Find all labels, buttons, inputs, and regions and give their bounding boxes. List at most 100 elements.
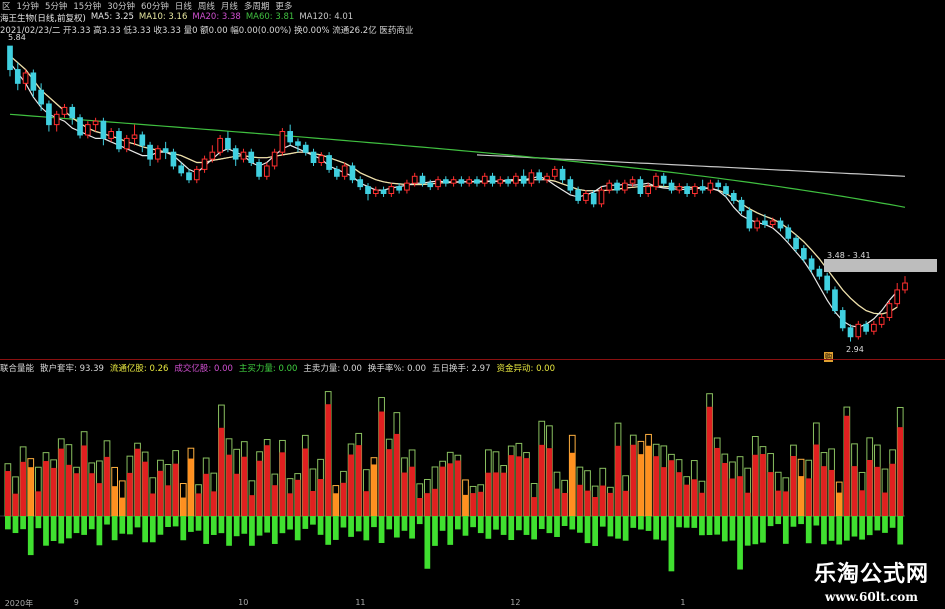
volume-down-bar-101 xyxy=(775,516,782,525)
candle-body-6 xyxy=(53,113,60,126)
volume-up-bar-41 xyxy=(317,479,324,516)
volume-up-bar-32 xyxy=(249,495,255,516)
volume-up-bar-22 xyxy=(172,463,179,516)
candle-body-103 xyxy=(808,258,815,270)
volume-down-bar-75 xyxy=(577,516,583,533)
volume-down-bar-2 xyxy=(20,516,26,530)
x-axis: 2020年 9 10 11 12 1 xyxy=(0,598,945,609)
candle-body-22 xyxy=(178,165,185,174)
candle-body-92 xyxy=(723,186,729,194)
candle-body-14 xyxy=(116,131,122,150)
volume-up-bar-102 xyxy=(782,491,789,516)
candle-body-84 xyxy=(660,175,667,184)
volume-up-bar-12 xyxy=(96,483,103,516)
candle-body-29 xyxy=(232,148,239,160)
volume-down-bar-106 xyxy=(813,516,820,526)
high-price-label: 5.84 xyxy=(8,33,26,42)
volume-up-bar-78 xyxy=(599,485,606,516)
volume-up-bar-92 xyxy=(706,406,713,516)
volume-up-bar-58 xyxy=(447,463,454,516)
volume-down-bar-4 xyxy=(35,516,42,529)
volume-down-bar-60 xyxy=(462,516,469,536)
volume-up-bar-40 xyxy=(310,491,316,516)
candle-body-55 xyxy=(435,179,441,188)
volume-up-bar-68 xyxy=(523,458,530,516)
buy-marker: 购 xyxy=(824,352,833,362)
volume-up-bar-73 xyxy=(561,492,568,516)
volume-down-bar-44 xyxy=(340,516,347,528)
volume-down-bar-62 xyxy=(477,516,484,534)
candle-body-40 xyxy=(318,155,325,164)
volume-down-bar-115 xyxy=(882,516,888,533)
candle-body-61 xyxy=(481,175,488,184)
volume-down-bar-11 xyxy=(88,516,95,530)
mid-price-label: 3.48 - 3.41 xyxy=(827,251,871,260)
volume-down-bar-26 xyxy=(203,516,210,544)
candle-body-101 xyxy=(793,237,799,250)
volume-up-bar-106 xyxy=(813,444,820,516)
volume-up-bar-114 xyxy=(874,466,881,516)
candle-body-4 xyxy=(38,89,44,105)
volume-down-bar-88 xyxy=(676,516,682,528)
volume-up-bar-36 xyxy=(279,452,286,516)
candle-body-71 xyxy=(559,168,566,181)
volume-up-bar-38 xyxy=(294,479,301,516)
candle-body-111 xyxy=(871,323,877,332)
volume-down-bar-69 xyxy=(531,516,537,540)
volume-down-bar-105 xyxy=(805,516,812,544)
volume-down-bar-51 xyxy=(393,516,400,538)
candle-body-76 xyxy=(598,189,605,205)
volume-down-bar-48 xyxy=(371,516,377,528)
volume-up-bar-15 xyxy=(119,497,126,516)
candle-body-41 xyxy=(326,155,332,170)
candle-body-32 xyxy=(256,162,262,177)
indicator-label-4: 主买力量: 0.00 xyxy=(238,364,298,374)
candle-body-95 xyxy=(746,210,753,229)
volume-up-bar-97 xyxy=(744,492,751,516)
x-tick-label-5: 1 xyxy=(680,598,686,607)
volume-down-bar-40 xyxy=(310,516,316,525)
volume-up-bar-47 xyxy=(363,491,370,516)
volume-down-bar-96 xyxy=(737,516,743,570)
volume-up-bar-115 xyxy=(882,492,888,516)
volume-up-bar-26 xyxy=(203,473,210,516)
volume-down-bar-100 xyxy=(767,516,774,527)
volume-up-bar-116 xyxy=(889,463,896,516)
volume-down-bar-93 xyxy=(714,516,721,535)
candle-body-115 xyxy=(902,282,908,291)
volume-up-bar-117 xyxy=(897,427,904,516)
volume-down-bar-32 xyxy=(249,516,255,546)
candle-body-67 xyxy=(528,172,535,184)
volume-up-bar-100 xyxy=(767,472,774,516)
volume-down-bar-37 xyxy=(287,516,293,530)
volume-down-bar-91 xyxy=(699,516,705,536)
volume-down-bar-15 xyxy=(119,516,126,534)
candle-body-25 xyxy=(201,158,208,170)
volume-up-bar-52 xyxy=(401,472,408,516)
candle-body-10 xyxy=(84,124,91,136)
volume-up-bar-5 xyxy=(43,461,49,516)
volume-down-bar-63 xyxy=(485,516,492,539)
volume-up-bar-33 xyxy=(256,460,263,516)
volume-up-bar-48 xyxy=(371,464,377,516)
candle-body-64 xyxy=(505,179,511,184)
candle-body-58 xyxy=(458,179,465,184)
volume-up-bar-54 xyxy=(416,497,423,516)
volume-down-bar-110 xyxy=(843,516,850,541)
volume-up-bar-57 xyxy=(439,466,446,516)
candle-body-93 xyxy=(730,193,737,201)
volume-down-bar-82 xyxy=(630,516,637,528)
volume-up-bar-1 xyxy=(12,493,19,516)
volume-up-bar-76 xyxy=(584,490,591,516)
watermark-title: 乐淘公式网 xyxy=(813,561,929,587)
volume-up-bar-49 xyxy=(378,411,385,516)
candle-body-74 xyxy=(583,193,589,201)
candle-body-68 xyxy=(536,172,543,181)
volume-down-bar-113 xyxy=(866,516,873,536)
volume-down-bar-109 xyxy=(836,516,843,545)
volume-down-bar-25 xyxy=(195,516,202,531)
volume-up-bar-65 xyxy=(500,472,507,516)
volume-up-bar-64 xyxy=(493,472,499,516)
volume-up-bar-109 xyxy=(836,492,843,516)
volume-down-bar-54 xyxy=(416,516,423,525)
